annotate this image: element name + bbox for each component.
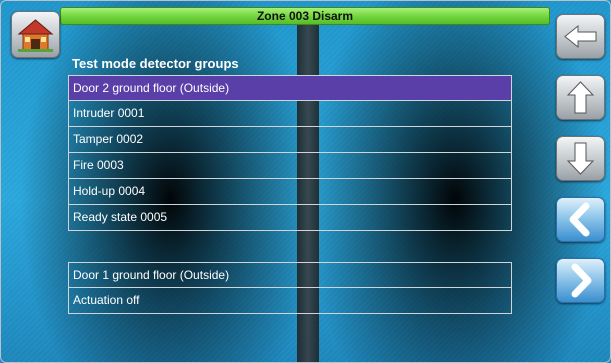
list-item[interactable]: Hold-up 0004: [68, 179, 512, 205]
chevron-right-icon: [571, 263, 592, 298]
previous-button[interactable]: [556, 197, 605, 242]
title-bar: Zone 003 Disarm: [60, 7, 550, 25]
home-icon: [17, 19, 54, 52]
scroll-down-button[interactable]: [556, 136, 605, 181]
chevron-left-icon: [569, 202, 590, 237]
arrow-up-icon: [566, 81, 595, 114]
zone-info-list: Door 1 ground floor (Outside) Actuation …: [68, 262, 512, 314]
list-item[interactable]: Door 2 ground floor (Outside): [68, 75, 512, 101]
arrow-left-icon: [564, 24, 597, 49]
back-button[interactable]: [556, 14, 605, 59]
detector-group-list: Door 2 ground floor (Outside) Intruder 0…: [68, 75, 512, 231]
scroll-up-button[interactable]: [556, 75, 605, 120]
section-heading: Test mode detector groups: [72, 56, 239, 71]
list-item[interactable]: Tamper 0002: [68, 127, 512, 153]
list-item[interactable]: Actuation off: [68, 288, 512, 314]
list-item[interactable]: Fire 0003: [68, 153, 512, 179]
keypad-screen: Zone 003 Disarm Test mode detector group…: [0, 0, 611, 363]
next-button[interactable]: [556, 258, 605, 303]
home-button[interactable]: [11, 11, 60, 58]
list-item[interactable]: Intruder 0001: [68, 101, 512, 127]
list-item[interactable]: Door 1 ground floor (Outside): [68, 262, 512, 288]
arrow-down-icon: [566, 142, 595, 175]
list-item[interactable]: Ready state 0005: [68, 205, 512, 231]
